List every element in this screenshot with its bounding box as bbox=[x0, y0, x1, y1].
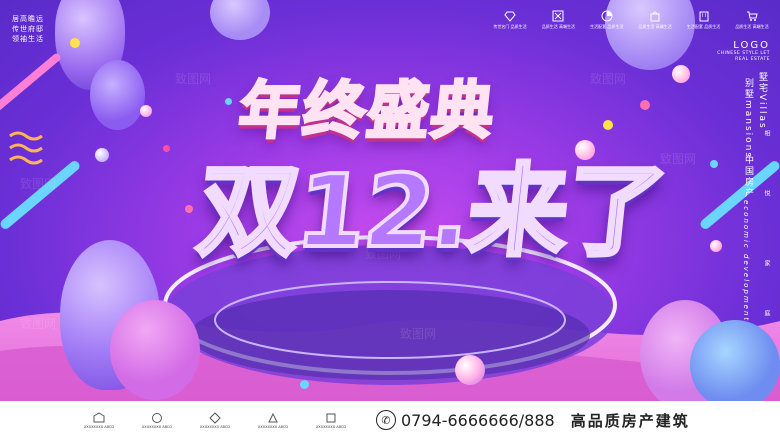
brand-icon bbox=[209, 411, 221, 424]
blob-top-left-2 bbox=[90, 60, 145, 130]
vertical-text: 中国房产 bbox=[743, 155, 753, 199]
vertical-text: 庭 bbox=[763, 310, 770, 318]
footer-logo-label: XXXXXXXX ABCD bbox=[199, 424, 231, 429]
ball bbox=[672, 65, 690, 83]
icon-bar-item: 生活配套 品质生活 bbox=[587, 10, 627, 30]
bag-icon bbox=[650, 11, 660, 22]
logo-text: LOGO bbox=[733, 40, 770, 51]
pie-icon bbox=[601, 10, 613, 22]
footer-logo-label: XXXXXXXX ABCD bbox=[257, 424, 289, 429]
top-left-line: 领袖生活 bbox=[12, 35, 44, 43]
icon-bar-label: 生活配套 品质生活 bbox=[686, 24, 721, 29]
top-left-text: 居高瞻远 传世府邸 领袖生活 bbox=[12, 14, 44, 44]
stripe-decoration bbox=[0, 52, 63, 116]
ball bbox=[300, 380, 309, 389]
poster: 致图网 致图网 致图网 致图网 致图网 致图网 致图网 居高瞻远 传世府邸 领袖… bbox=[0, 0, 780, 439]
top-left-line: 居高瞻远 bbox=[12, 15, 44, 23]
footer-logo: XXXXXXXX ABCD bbox=[312, 412, 350, 429]
footer-logo: XXXXXXXX ABCD bbox=[254, 412, 292, 429]
ball bbox=[603, 120, 613, 130]
watermark: 致图网 bbox=[175, 72, 212, 86]
cart-icon bbox=[746, 11, 758, 21]
diamond-icon bbox=[504, 11, 516, 22]
icon-bar-item: 生活配套 品质生活 bbox=[684, 10, 724, 30]
footer-logo-label: XXXXXXXX ABCD bbox=[141, 424, 173, 429]
vertical-text: economic development bbox=[742, 200, 750, 323]
phone-text: 0794-6666666/888 bbox=[401, 410, 555, 430]
ball bbox=[95, 148, 109, 162]
icon-bar: 传世名门 品质生活 品质生活 高端生活 生活配套 品质生活 品质生活 高端生活 … bbox=[490, 10, 772, 30]
ball bbox=[225, 98, 232, 105]
vertical-text: 悦 bbox=[763, 190, 770, 198]
blob-right-bottom-2 bbox=[690, 320, 780, 410]
vertical-text: 相 bbox=[763, 130, 770, 138]
vertical-text: 家 bbox=[763, 260, 770, 268]
blob-left-bottom-2 bbox=[110, 300, 200, 400]
icon-bar-item: 品质生活 高端生活 bbox=[732, 10, 772, 30]
watermark: 致图网 bbox=[400, 327, 437, 341]
ball bbox=[710, 240, 722, 252]
vertical-text: 墅宅Villas bbox=[757, 72, 767, 130]
icon-bar-label: 品质生活 高端生活 bbox=[541, 24, 576, 29]
ball bbox=[455, 355, 485, 385]
phone-number: ✆ 0794-6666666/888 bbox=[376, 410, 555, 430]
ball bbox=[163, 145, 170, 152]
footer-logo: XXXXXXXX ABCD bbox=[80, 411, 118, 429]
icon-bar-item: 品质生活 高端生活 bbox=[538, 10, 578, 30]
icon-bar-label: 品质生活 高端生活 bbox=[638, 24, 672, 29]
brand-icon bbox=[268, 412, 278, 422]
footer-logo: XXXXXXXX ABCD bbox=[138, 412, 176, 429]
ball bbox=[70, 38, 80, 48]
logo-block: LOGO CHINESE STYLE LET REAL ESTATE bbox=[717, 40, 770, 63]
icon-bar-item: 传世名门 品质生活 bbox=[490, 10, 530, 30]
icon-bar-item: 品质生活 高端生活 bbox=[635, 10, 675, 30]
brand-icon bbox=[93, 411, 105, 422]
ball bbox=[185, 205, 193, 213]
phone-icon: ✆ bbox=[376, 410, 396, 430]
headline-line2: 双12.来了 bbox=[191, 151, 672, 272]
building-icon bbox=[699, 11, 709, 22]
zigzag-decoration bbox=[9, 131, 43, 165]
brand-icon bbox=[152, 412, 162, 423]
footer-logo: XXXXXXXX ABCD bbox=[196, 411, 234, 429]
logo-subtitle: REAL ESTATE bbox=[735, 57, 770, 62]
ball bbox=[710, 160, 718, 168]
ball bbox=[140, 105, 152, 117]
x-box-icon bbox=[552, 10, 564, 22]
brand-icon bbox=[326, 413, 336, 422]
blob-top-center bbox=[210, 0, 270, 40]
vertical-text: 别墅mansions bbox=[743, 78, 753, 160]
watermark: 致图网 bbox=[590, 72, 627, 86]
icon-bar-label: 传世名门 品质生活 bbox=[493, 24, 527, 29]
watermark: 致图网 bbox=[20, 317, 57, 331]
ball bbox=[640, 100, 650, 110]
icon-bar-label: 品质生活 高端生活 bbox=[735, 24, 769, 29]
footer: XXXXXXXX ABCD XXXXXXXX ABCD XXXXXXXX ABC… bbox=[0, 401, 780, 439]
footer-slogan: 高品质房产建筑 bbox=[570, 411, 690, 430]
icon-bar-label: 生活配套 品质生活 bbox=[590, 24, 624, 29]
footer-logos: XXXXXXXX ABCD XXXXXXXX ABCD XXXXXXXX ABC… bbox=[80, 411, 350, 429]
watermark: 致图网 bbox=[20, 177, 57, 191]
footer-logo-label: XXXXXXXX ABCD bbox=[315, 424, 347, 429]
footer-logo-label: XXXXXXXX ABCD bbox=[83, 424, 115, 429]
top-left-line: 传世府邸 bbox=[12, 25, 44, 33]
